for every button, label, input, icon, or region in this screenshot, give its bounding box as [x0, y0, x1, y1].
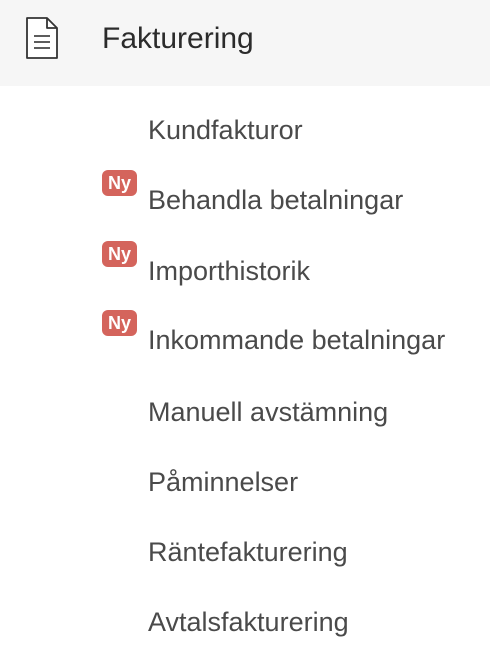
new-badge: Ny: [102, 241, 138, 267]
new-badge: Ny: [102, 310, 138, 336]
menu-header-title: Fakturering: [102, 22, 254, 55]
menu-item-avtalsfakturering[interactable]: Avtalsfakturering: [0, 596, 490, 646]
menu-item-label: Påminnelser: [148, 467, 299, 497]
menu-item-label: Behandla betalningar: [148, 185, 404, 215]
menu-item-label: Importhistorik: [148, 256, 311, 286]
menu-item-behandla-betalningar[interactable]: Ny Behandla betalningar: [0, 170, 490, 224]
menu-item-label: Manuell avstämning: [148, 397, 389, 427]
menu-item-kundfakturor[interactable]: Kundfakturor: [0, 104, 490, 154]
menu-item-paminnelser[interactable]: Påminnelser: [0, 456, 490, 506]
menu-item-rantefakturering[interactable]: Räntefakturering: [0, 526, 490, 576]
menu-item-label: Räntefakturering: [148, 537, 348, 567]
document-icon: [24, 16, 60, 60]
menu-header-fakturering[interactable]: Fakturering: [0, 0, 490, 86]
menu-item-manuell-avstamning[interactable]: Manuell avstämning: [0, 386, 490, 436]
menu-item-inkommande-betalningar[interactable]: Ny Inkommande betalningar: [0, 310, 490, 364]
billing-menu: Fakturering Kundfakturor Ny Behandla bet…: [0, 0, 490, 658]
new-badge: Ny: [102, 170, 138, 196]
menu-item-label: Kundfakturor: [148, 115, 303, 145]
menu-item-label: Avtalsfakturering: [148, 607, 349, 637]
menu-item-label: Inkommande betalningar: [148, 325, 446, 355]
menu-item-importhistorik[interactable]: Ny Importhistorik: [0, 241, 490, 295]
